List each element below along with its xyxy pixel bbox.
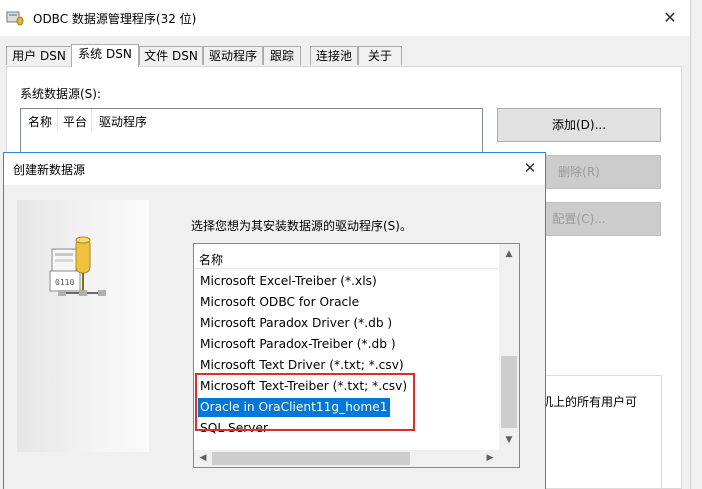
vertical-scroll-thumb[interactable] [501, 356, 517, 428]
driver-item[interactable]: Microsoft Paradox-Treiber (*.db ) [198, 335, 398, 354]
scroll-left-icon[interactable]: ◀ [194, 450, 212, 467]
driver-item[interactable]: Microsoft ODBC for Oracle [198, 293, 361, 312]
tab-system-dsn[interactable]: 系统 DSN [71, 44, 139, 67]
column-divider [91, 109, 92, 131]
list-header-divider [194, 268, 498, 269]
tab-file-dsn[interactable]: 文件 DSN [139, 46, 203, 65]
system-data-source-list[interactable]: 名称 平台 驱动程序 [20, 108, 483, 156]
scroll-down-icon[interactable]: ▼ [499, 430, 519, 450]
driver-list-header-name[interactable]: 名称 [199, 251, 223, 268]
column-header-driver[interactable]: 驱动程序 [99, 113, 147, 130]
dialog-title-bar [4, 153, 545, 185]
column-divider [57, 109, 58, 131]
scroll-right-icon[interactable]: ▶ [481, 450, 499, 467]
database-driver-icon: 0110 [49, 236, 106, 296]
tab-connection-pooling[interactable]: 连接池 [310, 46, 358, 65]
system-data-source-label: 系统数据源(S): [20, 87, 102, 101]
info-text: 机上的所有用户可 [541, 395, 638, 409]
scroll-up-icon[interactable]: ▲ [499, 244, 519, 264]
add-button[interactable]: 添加(D)... [497, 108, 661, 142]
dialog-title: 创建新数据源 [13, 163, 86, 177]
tab-tracing[interactable]: 跟踪 [263, 46, 301, 65]
dialog-close-icon[interactable]: ✕ [518, 156, 542, 180]
odbc-window-title: ODBC 数据源管理程序(32 位) [33, 12, 197, 26]
driver-item[interactable]: Microsoft Paradox Driver (*.db ) [198, 314, 394, 333]
odbc-close-icon[interactable]: ✕ [657, 5, 683, 31]
tab-drivers[interactable]: 驱动程序 [203, 46, 263, 65]
annotation-highlight-box [195, 373, 415, 431]
scrollbar-corner [499, 450, 519, 467]
odbc-app-icon [6, 11, 24, 26]
column-header-name[interactable]: 名称 [28, 113, 52, 130]
horizontal-scroll-thumb[interactable] [212, 452, 410, 465]
tab-about[interactable]: 关于 [358, 46, 402, 65]
driver-item[interactable]: Microsoft Excel-Treiber (*.xls) [198, 272, 379, 291]
driver-prompt-label: 选择您想为其安装数据源的驱动程序(S)。 [191, 219, 412, 233]
tab-user-dsn[interactable]: 用户 DSN [6, 46, 72, 65]
column-header-platform[interactable]: 平台 [63, 113, 87, 130]
svg-text:0110: 0110 [55, 278, 74, 287]
